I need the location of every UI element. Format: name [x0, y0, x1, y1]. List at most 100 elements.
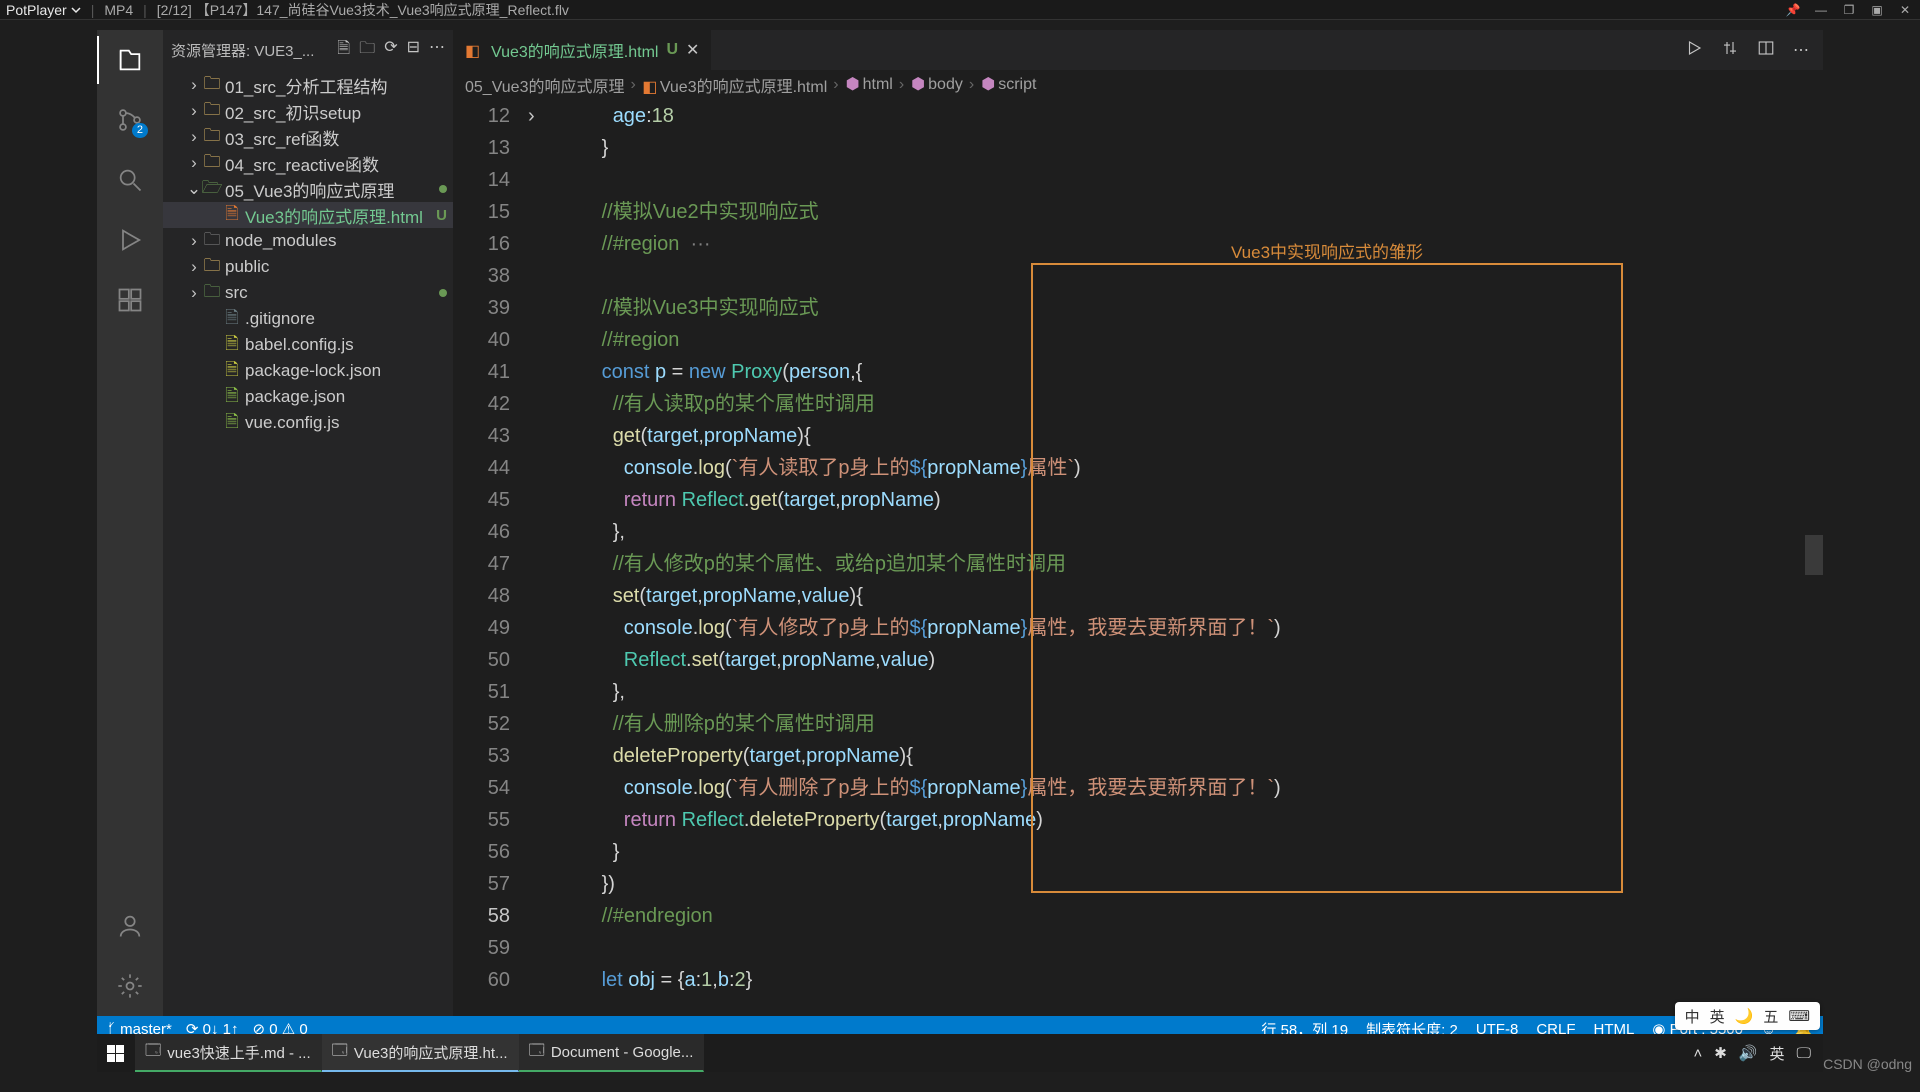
tab-bar: ◧ Vue3的响应式原理.html U ✕ ⋯	[453, 30, 1823, 70]
app-icon: 🗔	[529, 1040, 545, 1065]
tree-folder[interactable]: ›🗀04_src_reactive函数	[163, 150, 453, 176]
settings-activity[interactable]	[114, 970, 146, 1002]
tray-app-icon[interactable]: ✱	[1714, 1044, 1727, 1062]
breadcrumb-item[interactable]: ⬢script	[980, 76, 1036, 94]
taskbar-item[interactable]: 🗔Document - Google...	[519, 1034, 705, 1072]
tree-folder[interactable]: ›🗀03_src_ref函数	[163, 124, 453, 150]
tree-file[interactable]: 🗎vue.config.js	[163, 410, 453, 436]
tab-close-icon[interactable]: ✕	[686, 40, 699, 60]
file-icon: 🗎	[223, 414, 241, 432]
minimize-icon[interactable]: —	[1812, 1, 1830, 19]
tree-file[interactable]: 🗎Vue3的响应式原理.htmlU	[163, 202, 453, 228]
run-activity[interactable]	[114, 224, 146, 256]
activity-bar: 2	[97, 30, 163, 1016]
explorer-title: 资源管理器: VUE3_...	[171, 40, 337, 61]
tree-file[interactable]: 🗎.gitignore	[163, 306, 453, 332]
tree-label: 05_Vue3的响应式原理	[225, 177, 394, 202]
close-icon[interactable]: ✕	[1896, 1, 1914, 19]
player-logo[interactable]: PotPlayer	[6, 2, 81, 18]
tree-label: 03_src_ref函数	[225, 125, 339, 150]
tree-folder[interactable]: ›🗀01_src_分析工程结构	[163, 72, 453, 98]
taskbar-item[interactable]: 🗔 vue3快速上手.md - ...	[135, 1034, 322, 1072]
folder-icon: 🗀	[203, 76, 221, 94]
pin-icon[interactable]: 📌	[1784, 1, 1802, 19]
maximize-icon[interactable]: ▣	[1868, 1, 1886, 19]
split-editor-icon[interactable]	[1757, 39, 1775, 62]
tree-file[interactable]: 🗎babel.config.js	[163, 332, 453, 358]
chevron-icon: ›	[187, 260, 201, 274]
taskbar-item[interactable]: 🗔Vue3的响应式原理.ht...	[322, 1034, 519, 1072]
watermark: CSDN @odng	[1823, 1056, 1912, 1072]
explorer-panel: 资源管理器: VUE3_... 🗎 🗀 ⟳ ⊟ ⋯ ›🗀01_src_分析工程结…	[163, 30, 453, 1016]
account-activity[interactable]	[114, 910, 146, 942]
chevron-icon: ›	[187, 78, 201, 92]
chevron-icon: ›	[187, 234, 201, 248]
folder-icon: 🗀	[203, 128, 221, 146]
tab-active[interactable]: ◧ Vue3的响应式原理.html U ✕	[453, 30, 712, 70]
tree-folder[interactable]: ⌄🗁05_Vue3的响应式原理	[163, 176, 453, 202]
breadcrumb-item[interactable]: ⬢body	[910, 76, 963, 94]
tab-git-status: U	[666, 41, 678, 59]
ime-item[interactable]: 🌙	[1735, 1007, 1754, 1025]
extensions-activity[interactable]	[114, 284, 146, 316]
chevron-icon: ›	[187, 286, 201, 300]
tree-file[interactable]: 🗎package-lock.json	[163, 358, 453, 384]
tray-ime-icon[interactable]: 英	[1770, 1043, 1785, 1064]
breadcrumb[interactable]: 05_Vue3的响应式原理›◧Vue3的响应式原理.html›⬢html›⬢bo…	[453, 70, 1823, 100]
folder-icon: 🗁	[203, 180, 221, 198]
tree-label: 04_src_reactive函数	[225, 151, 379, 176]
tree-folder[interactable]: ›🗀02_src_初识setup	[163, 98, 453, 124]
tree-label: babel.config.js	[245, 335, 354, 355]
taskbar-label: vue3快速上手.md - ...	[167, 1042, 310, 1063]
collapse-icon[interactable]: ⊟	[407, 37, 420, 64]
ime-item[interactable]: 五	[1763, 1006, 1778, 1027]
explorer-activity[interactable]	[114, 44, 146, 76]
windows-logo-icon	[107, 1045, 124, 1062]
more-icon[interactable]: ⋯	[429, 37, 445, 64]
search-activity[interactable]	[114, 164, 146, 196]
editor[interactable]: 1213141516383940414243444546474849505152…	[453, 100, 1823, 1016]
ime-item[interactable]: 中	[1685, 1006, 1700, 1027]
tree-file[interactable]: 🗎package.json	[163, 384, 453, 410]
breadcrumb-item[interactable]: ⬢html	[845, 76, 893, 94]
breadcrumb-item[interactable]: 05_Vue3的响应式原理	[465, 73, 624, 97]
file-icon: 🗎	[223, 388, 241, 406]
app-icon: 🗔	[145, 1040, 161, 1065]
file-icon: 🗎	[223, 310, 241, 328]
diff-icon[interactable]	[1721, 39, 1739, 62]
git-dot-icon	[439, 185, 447, 193]
tree-folder[interactable]: ›🗀src	[163, 280, 453, 306]
code-area[interactable]: age:18 } //模拟Vue2中实现响应式 //#region ··· //…	[546, 100, 1823, 1016]
refresh-icon[interactable]: ⟳	[384, 37, 397, 64]
ime-item[interactable]: 英	[1710, 1006, 1725, 1027]
new-folder-icon[interactable]: 🗀	[359, 37, 375, 64]
tree-folder[interactable]: ›🗀node_modules	[163, 228, 453, 254]
tree-label: package-lock.json	[245, 361, 381, 381]
tray-volume-icon[interactable]: 🔊	[1739, 1044, 1758, 1062]
tab-label: Vue3的响应式原理.html	[491, 38, 658, 62]
start-button[interactable]	[97, 1034, 135, 1072]
file-icon: 🗎	[223, 336, 241, 354]
ime-indicator[interactable]: 中英 🌙 五 ⌨	[1675, 1002, 1820, 1030]
restore-icon[interactable]: ❐	[1840, 1, 1858, 19]
folder-icon: 🗀	[203, 284, 221, 302]
folder-icon: 🗀	[203, 258, 221, 276]
fold-column: ›	[528, 100, 546, 1016]
chevron-icon: ›	[187, 156, 201, 170]
tray-chevron-icon[interactable]: ˄	[1693, 1045, 1702, 1062]
chevron-icon: ›	[187, 130, 201, 144]
tree-label: node_modules	[225, 231, 337, 251]
breadcrumb-item[interactable]: ◧Vue3的响应式原理.html	[642, 73, 827, 97]
vscode-window: 2 资源管理器: VUE3_...	[97, 30, 1823, 1042]
folder-icon: 🗀	[203, 154, 221, 172]
run-code-icon[interactable]	[1685, 39, 1703, 62]
tray-network-icon[interactable]: 🖵	[1797, 1045, 1811, 1062]
tree-folder[interactable]: ›🗀public	[163, 254, 453, 280]
scm-activity[interactable]: 2	[114, 104, 146, 136]
tree-label: .gitignore	[245, 309, 315, 329]
folder-icon: 🗀	[203, 232, 221, 250]
ime-item[interactable]: ⌨	[1788, 1007, 1810, 1025]
minimap-thumb[interactable]	[1805, 535, 1823, 575]
new-file-icon[interactable]: 🗎	[337, 37, 350, 64]
tab-more-icon[interactable]: ⋯	[1793, 40, 1809, 60]
